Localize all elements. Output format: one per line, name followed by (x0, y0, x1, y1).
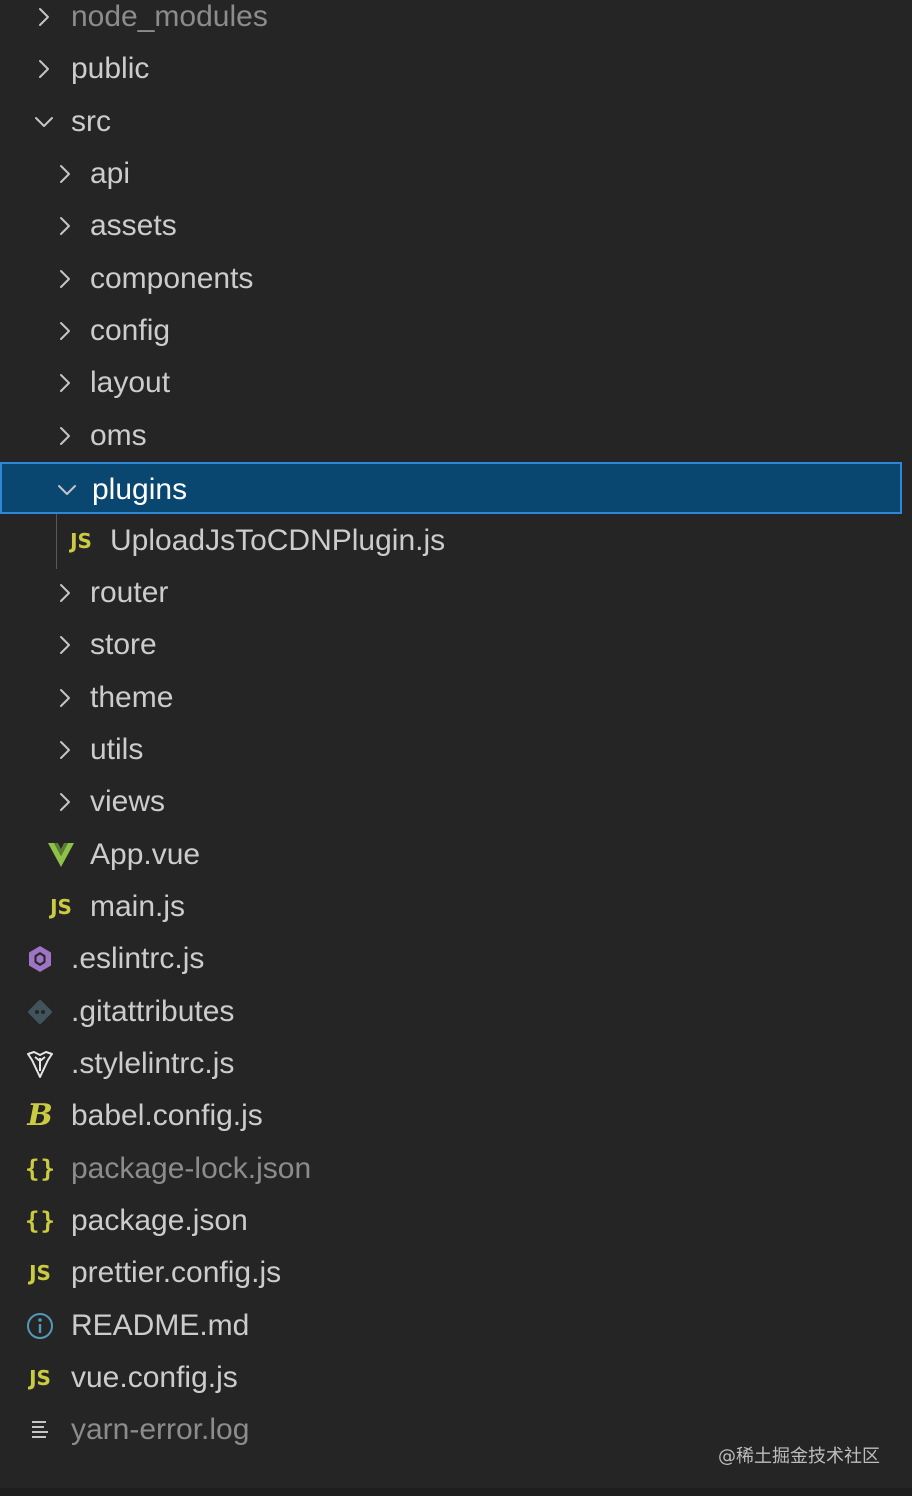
tree-item-label: assets (90, 209, 177, 242)
file-explorer: node_modulespublic src api assets components… (0, 0, 912, 1496)
tree-item-label: .stylelintrc.js (71, 1047, 235, 1080)
folder-row-router[interactable]: router (0, 567, 900, 619)
chevron-right-icon[interactable] (52, 423, 78, 449)
file-row-readme-md[interactable]: README.md (0, 1300, 900, 1352)
js-file-icon: JS (25, 1258, 55, 1288)
folder-row-utils[interactable]: utils (0, 724, 900, 776)
watermark: @稀土掘金技术社区 (718, 1446, 880, 1467)
folder-row-plugins[interactable]: plugins (0, 462, 902, 514)
chevron-right-icon[interactable] (52, 580, 78, 606)
file-row-babel-config-js[interactable]: Bbabel.config.js (0, 1090, 900, 1142)
babel-file-icon: B (25, 1101, 55, 1131)
folder-row-theme[interactable]: theme (0, 672, 900, 724)
tree-item-label: vue.config.js (71, 1361, 238, 1394)
tree-item-label: plugins (92, 473, 188, 506)
tree-item-label: main.js (90, 890, 186, 923)
json-file-icon-glyph: {} (25, 1155, 56, 1183)
tree-item-label: components (90, 262, 254, 295)
tree-item-label: views (90, 785, 166, 818)
tree-item-label: prettier.config.js (71, 1256, 282, 1289)
git-file-icon (25, 997, 55, 1027)
tree-item-label: utils (90, 733, 144, 766)
file-row-prettier-config-js[interactable]: JS prettier.config.js (0, 1247, 900, 1299)
chevron-right-icon[interactable] (31, 4, 57, 30)
folder-row-oms[interactable]: oms (0, 410, 900, 462)
folder-row-assets[interactable]: assets (0, 200, 900, 252)
file-row-app-vue[interactable]: App.vue (0, 829, 900, 881)
tree-item-label: App.vue (90, 838, 201, 871)
folder-row-layout[interactable]: layout (0, 357, 900, 409)
file-row-stylelintrc-js[interactable]: .stylelintrc.js (0, 1038, 900, 1090)
tree-item-label: package.json (71, 1204, 248, 1237)
panel-bottom-edge (0, 1488, 912, 1496)
tree-item-label: router (90, 576, 169, 609)
chevron-right-icon[interactable] (52, 318, 78, 344)
stylelint-file-icon (25, 1049, 55, 1079)
chevron-down-icon[interactable] (54, 477, 80, 503)
js-file-icon-glyph: JS (29, 1261, 51, 1285)
file-row-uploadjstocdnplugin-js[interactable]: JS UploadJsToCDNPlugin.js (0, 515, 900, 567)
json-file-icon: {} (25, 1206, 55, 1236)
folder-row-store[interactable]: store (0, 619, 900, 671)
tree-item-label: layout (90, 366, 171, 399)
js-file-icon: JS (46, 892, 76, 922)
tree-item-label: .eslintrc.js (71, 942, 205, 975)
file-row-main-js[interactable]: JS main.js (0, 881, 900, 933)
tree-item-label: yarn-error.log (71, 1413, 250, 1446)
tree-item-label: node_modules (71, 0, 268, 33)
log-file-icon (25, 1415, 55, 1445)
tree-item-label: oms (90, 419, 147, 452)
vue-file-icon (46, 840, 76, 870)
chevron-right-icon[interactable] (52, 789, 78, 815)
file-row-package-lock-json[interactable]: {} package-lock.json (0, 1143, 900, 1195)
tree-item-label: store (90, 628, 157, 661)
folder-row-node-modules[interactable]: node_modules (0, 0, 900, 43)
chevron-right-icon[interactable] (52, 632, 78, 658)
chevron-right-icon[interactable] (52, 737, 78, 763)
js-file-icon-glyph: JS (70, 529, 92, 553)
chevron-right-icon[interactable] (52, 370, 78, 396)
tree-item-label: public (71, 52, 150, 85)
file-row-gitattributes[interactable]: .gitattributes (0, 986, 900, 1038)
tree-item-label: UploadJsToCDNPlugin.js (110, 524, 446, 557)
folder-row-config[interactable]: config (0, 305, 900, 357)
folder-row-src[interactable]: src (0, 96, 900, 148)
chevron-right-icon[interactable] (52, 161, 78, 187)
chevron-right-icon[interactable] (52, 213, 78, 239)
folder-row-public[interactable]: public (0, 43, 900, 95)
chevron-right-icon[interactable] (52, 266, 78, 292)
tree-item-label: api (90, 157, 131, 190)
json-file-icon-glyph: {} (25, 1207, 56, 1235)
js-file-icon: JS (66, 526, 96, 556)
file-row-eslintrc-js[interactable]: .eslintrc.js (0, 933, 900, 985)
tree-item-label: README.md (71, 1309, 250, 1342)
tree-item-label: config (90, 314, 171, 347)
eslint-file-icon (25, 944, 55, 974)
tree-item-label: .gitattributes (71, 995, 235, 1028)
js-file-icon-glyph: JS (50, 895, 72, 919)
tree-item-label: package-lock.json (71, 1152, 312, 1185)
folder-row-components[interactable]: components (0, 253, 900, 305)
tree-item-label: babel.config.js (71, 1099, 263, 1132)
tree-item-label: theme (90, 681, 174, 714)
js-file-icon: JS (25, 1363, 55, 1393)
file-row-vue-config-js[interactable]: JS vue.config.js (0, 1352, 900, 1404)
folder-row-api[interactable]: api (0, 148, 900, 200)
chevron-right-icon[interactable] (52, 685, 78, 711)
chevron-down-icon[interactable] (31, 109, 57, 135)
json-file-icon: {} (25, 1154, 55, 1184)
tree-item-label: src (71, 105, 111, 138)
chevron-right-icon[interactable] (31, 56, 57, 82)
babel-file-icon-glyph: B (27, 1098, 53, 1133)
file-row-package-json[interactable]: {} package.json (0, 1195, 900, 1247)
js-file-icon-glyph: JS (29, 1366, 51, 1390)
info-file-icon (25, 1311, 55, 1341)
folder-row-views[interactable]: views (0, 776, 900, 828)
